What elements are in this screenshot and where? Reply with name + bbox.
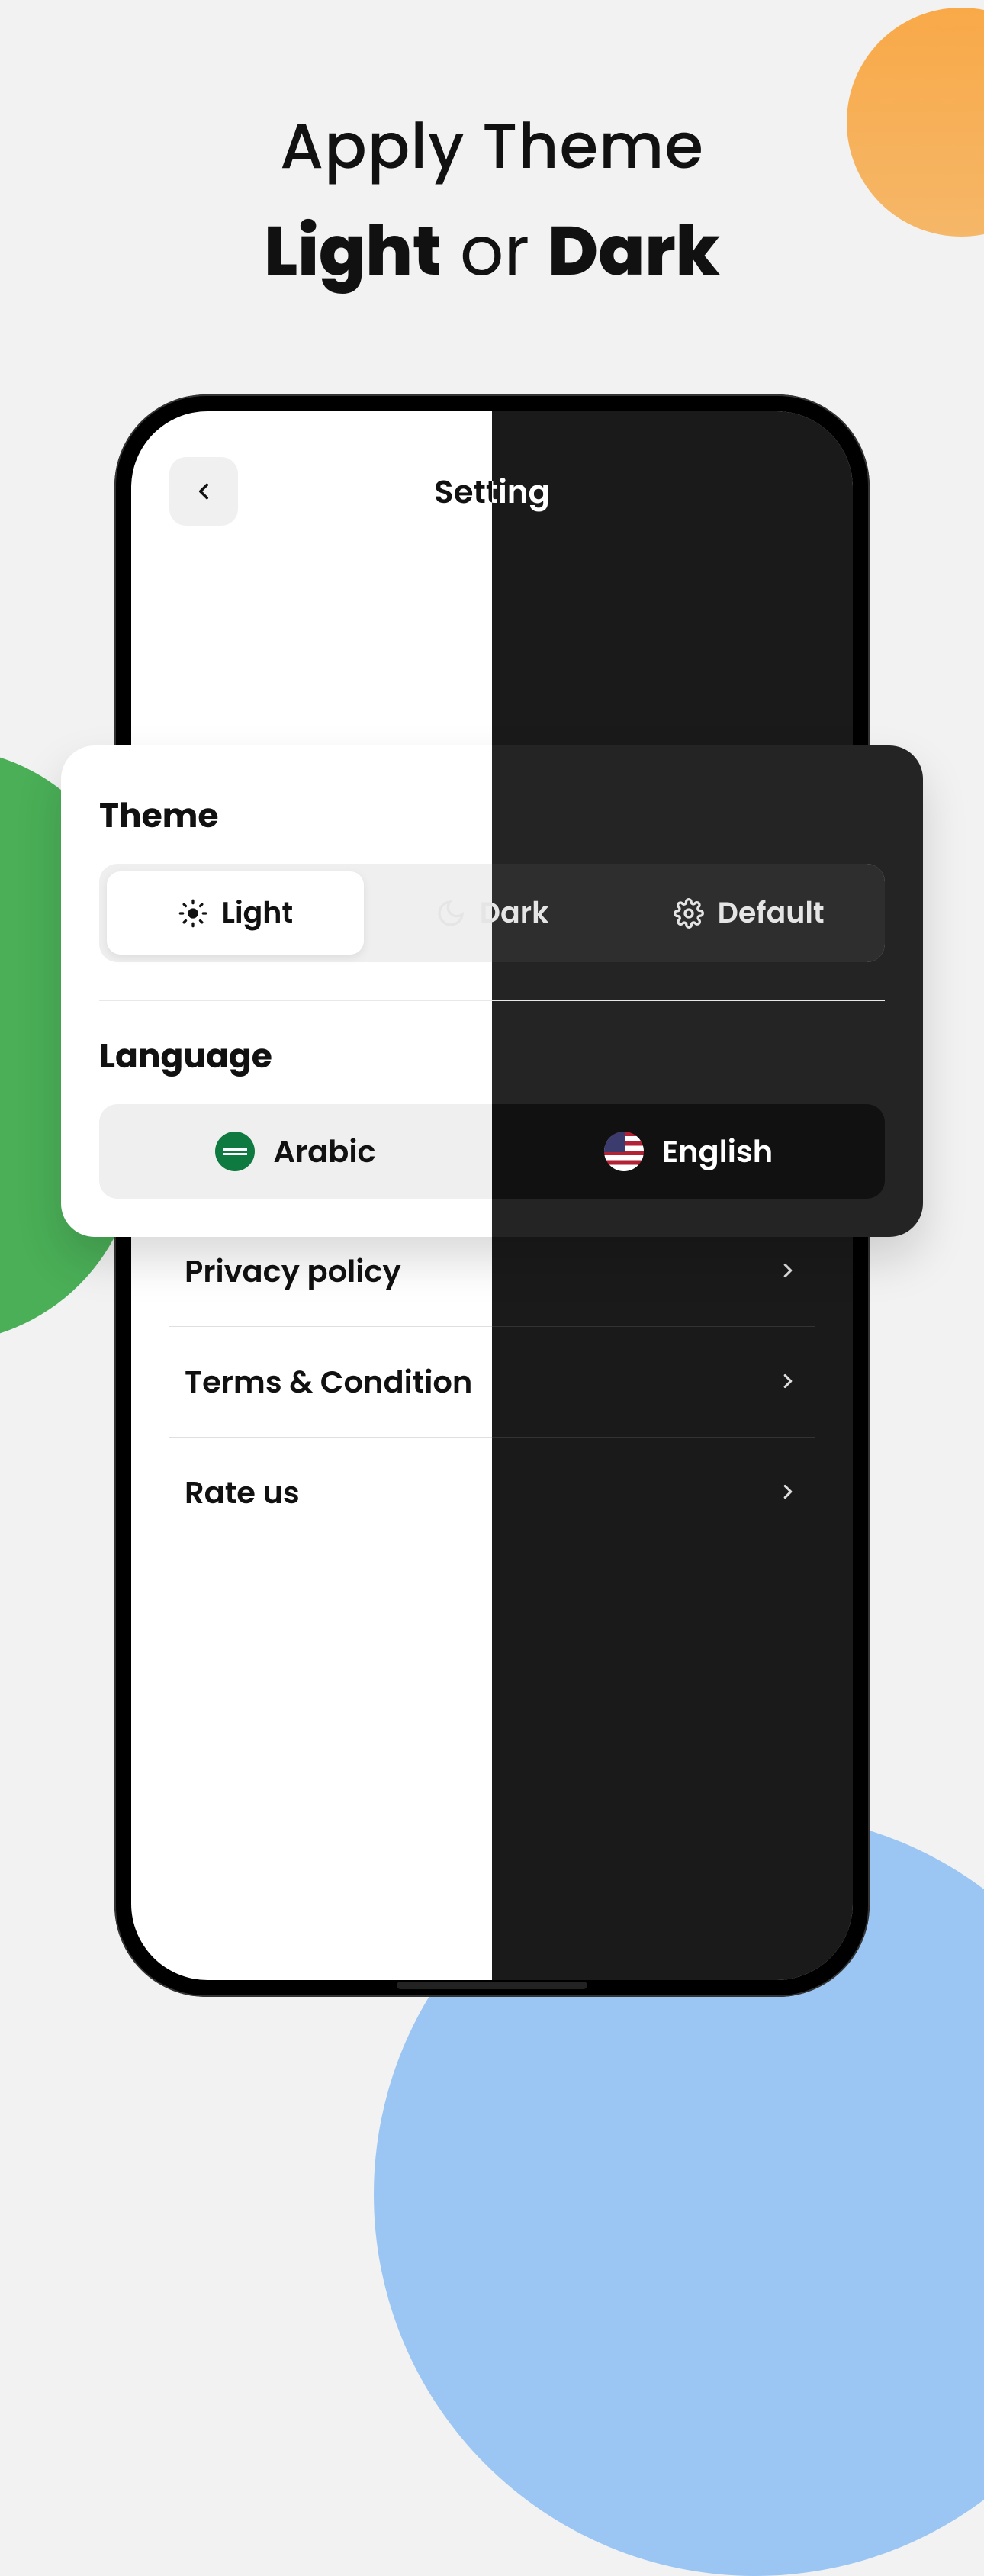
chevron-right-icon — [777, 1470, 799, 1515]
divider — [99, 1000, 885, 1001]
chevron-right-icon — [777, 1359, 799, 1405]
moon-icon — [436, 898, 466, 929]
sun-icon — [178, 898, 208, 929]
language-segmented-control: Arabic English — [99, 1104, 885, 1199]
theme-dark-label: Dark — [480, 891, 549, 935]
theme-segmented-control: Light Dark Default — [99, 864, 885, 962]
back-button[interactable] — [169, 457, 238, 526]
theme-light-label: Light — [222, 891, 294, 935]
headline-or-word: or — [442, 202, 548, 299]
app-bar: Setting Setting — [131, 411, 853, 549]
list-label: Rate us — [185, 1470, 300, 1515]
headline-dark-word: Dark — [548, 202, 720, 299]
headline-light-word: Light — [264, 202, 442, 299]
chevron-right-icon — [777, 1248, 799, 1294]
theme-section-title: Theme — [99, 791, 885, 841]
gear-icon — [674, 898, 704, 929]
page-title-dark: Setting — [131, 468, 853, 516]
headline-line2: Light or Dark — [0, 199, 984, 303]
theme-language-card: Theme Light Dark Default — [61, 745, 923, 1237]
chevron-left-icon — [191, 478, 217, 504]
page-title: Setting — [131, 468, 853, 516]
language-arabic-label: Arabic — [273, 1129, 375, 1174]
list-label: Terms & Condition — [185, 1359, 472, 1405]
flag-usa-icon — [604, 1132, 644, 1171]
theme-option-light[interactable]: Light — [107, 871, 364, 955]
language-english-label: English — [662, 1129, 773, 1174]
theme-option-dark[interactable]: Dark — [364, 871, 621, 955]
headline-line1: Apply Theme — [0, 99, 984, 193]
flag-saudi-icon — [215, 1132, 255, 1171]
language-option-arabic[interactable]: Arabic — [99, 1104, 492, 1199]
theme-default-label: Default — [718, 891, 825, 935]
language-option-english[interactable]: English — [492, 1104, 885, 1199]
marketing-headline: Apply Theme Light or Dark — [0, 99, 984, 303]
list-label: Privacy policy — [185, 1248, 401, 1294]
phone-frame: Setting Setting Contact Us Privacy polic… — [114, 394, 870, 1997]
language-section-title: Language — [99, 1032, 885, 1081]
theme-option-default[interactable]: Default — [620, 871, 877, 955]
